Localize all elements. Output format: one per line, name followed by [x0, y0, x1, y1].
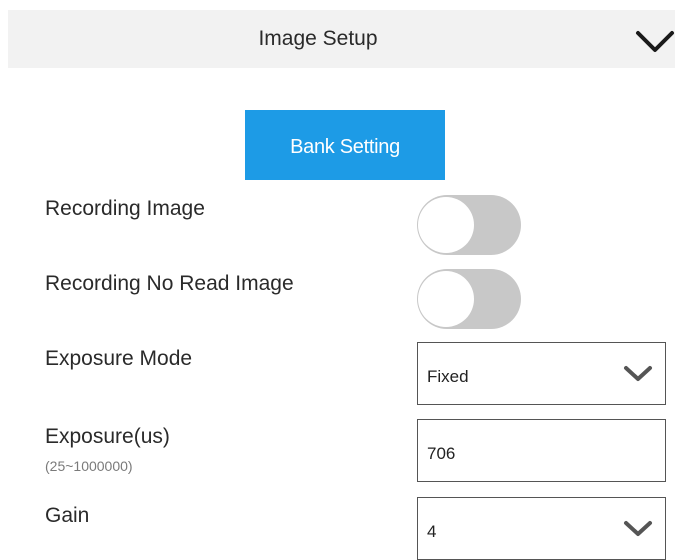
gain-value: 4 — [427, 522, 437, 541]
toggle-knob — [418, 197, 474, 253]
recording-no-read-image-toggle[interactable] — [417, 269, 521, 329]
exposure-label: Exposure(us) — [45, 425, 170, 448]
toggle-knob — [418, 271, 474, 327]
section-title: Image Setup — [258, 27, 378, 50]
chevron-down-icon — [624, 521, 652, 536]
bank-setting-button[interactable]: Bank Setting — [245, 110, 445, 180]
recording-image-toggle[interactable] — [417, 195, 521, 255]
exposure-mode-label: Exposure Mode — [45, 347, 193, 370]
recording-image-label: Recording Image — [45, 197, 205, 220]
chevron-down-icon — [624, 366, 652, 381]
exposure-mode-select[interactable]: Fixed — [417, 342, 666, 405]
exposure-value: 706 — [427, 444, 456, 463]
exposure-mode-value: Fixed — [427, 367, 469, 386]
gain-label: Gain — [45, 504, 90, 527]
exposure-input[interactable]: 706 — [417, 419, 666, 482]
chevron-down-icon[interactable] — [635, 30, 675, 54]
gain-select[interactable]: 4 — [417, 497, 666, 560]
exposure-range-hint: (25~1000000) — [45, 458, 133, 474]
image-setup-header[interactable]: Image Setup — [8, 10, 675, 68]
recording-no-read-image-label: Recording No Read Image — [45, 272, 294, 295]
